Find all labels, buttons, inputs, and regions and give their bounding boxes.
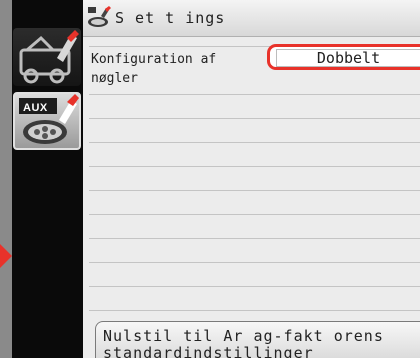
header: S et t ings (83, 0, 420, 37)
sidebar-item-aux[interactable]: AUX (13, 92, 81, 150)
settings-tool-icon (88, 6, 111, 27)
divider (89, 238, 420, 239)
divider (89, 142, 420, 143)
divider (89, 118, 420, 119)
left-edge-strip (0, 0, 12, 358)
divider (89, 262, 420, 263)
divider (89, 214, 420, 215)
setting-label-key-configuration: Konfiguration af nøgler (91, 52, 217, 86)
setting-value: Dobbelt (276, 49, 420, 67)
reset-defaults-button[interactable]: Nulstil til Ar ag-fakt orens standardind… (95, 321, 420, 358)
settings-panel: S et t ings Konfiguration af nøgler Dobb… (83, 0, 420, 358)
reset-button-label: Nulstil til Ar ag-fakt orens standardind… (103, 327, 384, 358)
page-title: S et t ings (115, 9, 226, 27)
divider (89, 190, 420, 191)
sidebar-item-machine[interactable] (13, 28, 81, 86)
divider (89, 94, 420, 95)
pointer-arrow-icon (0, 244, 12, 268)
divider (89, 166, 420, 167)
key-configuration-value-field[interactable]: Dobbelt (267, 44, 420, 70)
sidebar-item-label: AUX (23, 102, 48, 114)
sidebar: AUX (12, 0, 83, 358)
divider (89, 310, 420, 311)
machine-icon (19, 30, 79, 84)
divider (89, 286, 420, 287)
